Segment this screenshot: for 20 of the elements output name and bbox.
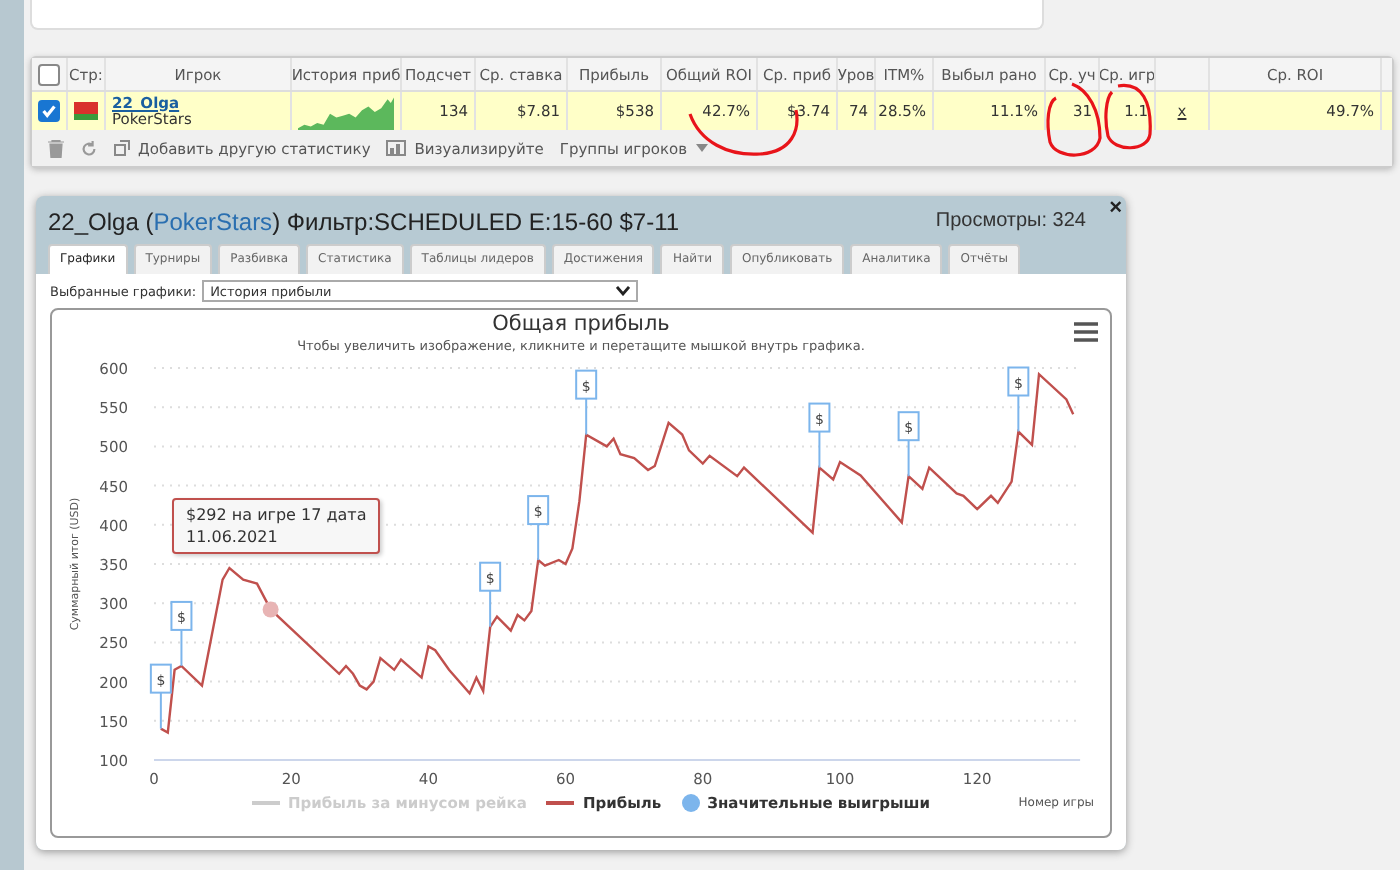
caret-icon	[695, 144, 707, 152]
chevron-down-icon	[616, 286, 631, 296]
view-count: Просмотры: 324	[935, 210, 1086, 232]
chart-title: Общая прибыль	[492, 312, 670, 338]
close-button[interactable]: ×	[1109, 198, 1122, 218]
dialog-title: 22_Olga (PokerStars) Фильтр:SCHEDULED E:15-60 $7-11	[48, 207, 680, 235]
menu-icon[interactable]	[1074, 322, 1098, 342]
legend-line-icon	[252, 800, 280, 806]
chart-icon	[386, 140, 407, 156]
legend-dot-icon	[681, 794, 700, 812]
profit-sparkline	[298, 92, 394, 130]
header-checkbox[interactable]	[38, 63, 60, 85]
legend-line-icon	[546, 800, 575, 806]
hover-point	[262, 601, 279, 618]
chart-tooltip: $292 на игре 17 дата 11.06.2021	[172, 498, 381, 554]
trash-icon[interactable]	[48, 139, 64, 157]
flag-icon	[74, 102, 98, 120]
row-checkbox[interactable]	[38, 100, 60, 122]
copy-icon	[114, 140, 130, 156]
refresh-icon[interactable]	[80, 139, 98, 157]
